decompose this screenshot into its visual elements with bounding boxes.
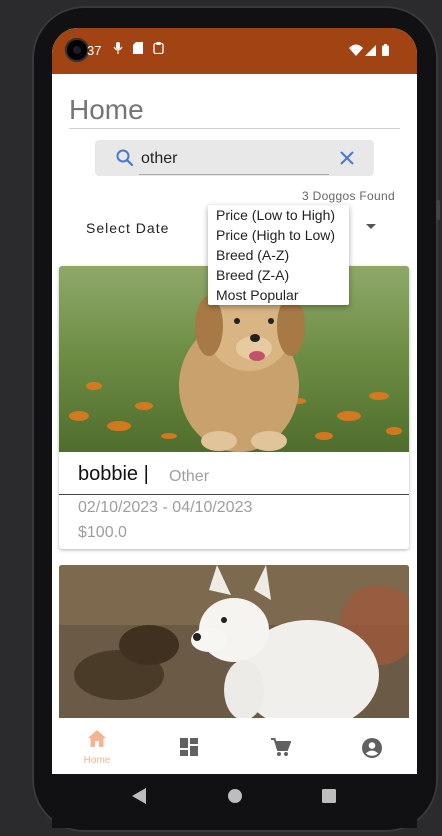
status-bar: 37 [52,28,417,74]
dog-card-2[interactable] [59,565,409,725]
page-title: Home [69,94,400,129]
dog-card[interactable]: bobbie | Other 02/10/2023 - 04/10/2023 $… [59,266,409,549]
cell-signal-icon [365,43,376,61]
sort-option-price-asc[interactable]: Price (Low to High) [208,205,349,225]
status-time: 37 [87,43,102,58]
nav-dashboard[interactable] [144,718,234,774]
select-date-button[interactable]: Select Date [86,220,169,236]
availability-dates: 02/10/2023 - 04/10/2023 [78,499,253,516]
back-icon[interactable] [132,788,146,809]
nav-home[interactable]: Home [52,718,142,774]
dog-name: bobbie | [78,463,149,485]
clear-search-icon[interactable] [339,150,355,171]
search-icon[interactable] [115,148,135,173]
nav-cart[interactable] [235,718,325,774]
dog-price: $100.0 [78,524,127,541]
front-camera [65,38,89,62]
sort-option-price-desc[interactable]: Price (High to Low) [208,225,349,245]
sort-menu: Price (Low to High) Price (High to Low) … [208,205,349,305]
sort-option-breed-desc[interactable]: Breed (Z-A) [208,265,349,285]
sort-dropdown-arrow-icon[interactable] [366,224,376,229]
home-icon [88,730,106,752]
sort-option-breed-asc[interactable]: Breed (A-Z) [208,245,349,265]
home-circle-icon[interactable] [228,789,242,808]
app-screen: 37 Home 3 Doggos Found Select Date [52,28,417,828]
search-bar [95,140,374,176]
nav-profile[interactable] [326,718,416,774]
clipboard-icon [153,42,164,57]
shopping-cart-icon [271,738,292,762]
account-circle-icon [362,738,382,763]
bottom-navigation: Home [52,718,417,774]
recents-icon[interactable] [322,789,336,808]
search-input-underline [139,174,329,175]
dog-breed: Other [169,468,210,485]
card-divider [59,494,409,495]
sort-option-most-popular[interactable]: Most Popular [208,285,349,305]
dog-photo-2 [59,565,409,725]
dashboard-icon [180,738,198,761]
system-navigation-bar [52,774,417,828]
sd-card-icon [133,42,143,57]
search-input[interactable] [139,143,318,175]
battery-icon [382,43,389,61]
results-count: 3 Doggos Found [302,189,395,203]
phone-side-button [436,200,440,220]
mic-icon [113,42,123,57]
wifi-icon [349,43,363,61]
nav-home-label: Home [83,755,111,766]
